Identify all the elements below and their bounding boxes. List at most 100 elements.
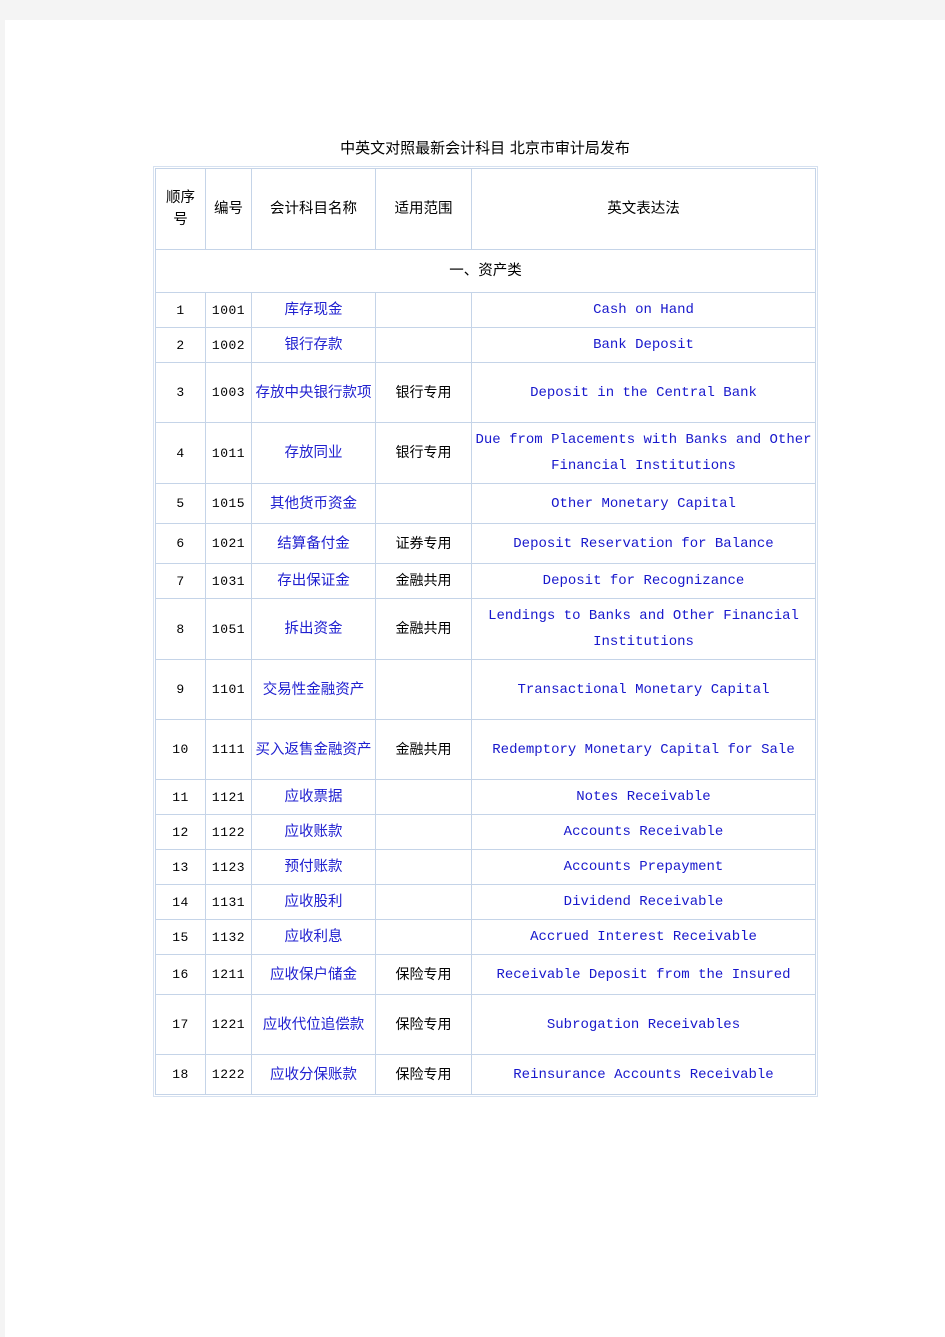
cell-name: 应收账款 — [251, 814, 376, 850]
cell-code: 1001 — [205, 292, 252, 328]
table-row: 15 1132 应收利息 Accrued Interest Receivable — [155, 919, 816, 955]
cell-seq: 13 — [155, 849, 206, 885]
cell-name: 应收股利 — [251, 884, 376, 920]
table-row: 5 1015 其他货币资金 Other Monetary Capital — [155, 483, 816, 524]
cell-scope: 金融共用 — [375, 598, 472, 660]
cell-name: 结算备付金 — [251, 523, 376, 564]
cell-seq: 6 — [155, 523, 206, 564]
cell-seq: 16 — [155, 954, 206, 995]
cell-code: 1122 — [205, 814, 252, 850]
cell-scope: 金融共用 — [375, 719, 472, 780]
cell-scope — [375, 814, 472, 850]
cell-name: 应收分保账款 — [251, 1054, 376, 1095]
cell-seq: 18 — [155, 1054, 206, 1095]
column-header-code: 编号 — [205, 168, 252, 250]
section-header-row: 一、资产类 — [155, 249, 816, 293]
cell-name: 预付账款 — [251, 849, 376, 885]
cell-code: 1222 — [205, 1054, 252, 1095]
cell-scope: 证券专用 — [375, 523, 472, 564]
cell-code: 1131 — [205, 884, 252, 920]
cell-en: Subrogation Receivables — [471, 994, 816, 1055]
cell-seq: 10 — [155, 719, 206, 780]
table-row: 13 1123 预付账款 Accounts Prepayment — [155, 849, 816, 885]
cell-en: Redemptory Monetary Capital for Sale — [471, 719, 816, 780]
column-header-en: 英文表达法 — [471, 168, 816, 250]
table-row: 18 1222 应收分保账款 保险专用 Reinsurance Accounts Rec… — [155, 1054, 816, 1095]
cell-scope: 金融共用 — [375, 563, 472, 599]
cell-code: 1101 — [205, 659, 252, 720]
cell-name: 拆出资金 — [251, 598, 376, 660]
table-row: 16 1211 应收保户储金 保险专用 Receivable Deposit from … — [155, 954, 816, 995]
cell-name: 银行存款 — [251, 327, 376, 363]
cell-seq: 1 — [155, 292, 206, 328]
cell-seq: 8 — [155, 598, 206, 660]
cell-en: Other Monetary Capital — [471, 483, 816, 524]
column-header-name: 会计科目名称 — [251, 168, 376, 250]
column-header-scope: 适用范围 — [375, 168, 472, 250]
cell-code: 1011 — [205, 422, 252, 484]
table-body: 顺序号 编号 会计科目名称 适用范围 英文表达法 一、资产类 1 1001 库存现金 Cash o… — [155, 168, 816, 1095]
cell-scope — [375, 483, 472, 524]
column-header-seq: 顺序号 — [155, 168, 206, 250]
cell-name: 应收代位追偿款 — [251, 994, 376, 1055]
cell-code: 1123 — [205, 849, 252, 885]
cell-code: 1003 — [205, 362, 252, 423]
cell-seq: 4 — [155, 422, 206, 484]
cell-en: Lendings to Banks and Other Financial In… — [471, 598, 816, 660]
cell-name: 其他货币资金 — [251, 483, 376, 524]
cell-name: 应收保户储金 — [251, 954, 376, 995]
cell-scope — [375, 292, 472, 328]
table-row: 6 1021 结算备付金 证券专用 Deposit Reservation for Ba… — [155, 523, 816, 564]
cell-scope: 银行专用 — [375, 362, 472, 423]
cell-seq: 12 — [155, 814, 206, 850]
table-row: 9 1101 交易性金融资产 Transactional Monetary Capit… — [155, 659, 816, 720]
cell-scope — [375, 849, 472, 885]
cell-name: 应收票据 — [251, 779, 376, 815]
cell-en: Accounts Receivable — [471, 814, 816, 850]
cell-code: 1132 — [205, 919, 252, 955]
cell-scope: 保险专用 — [375, 1054, 472, 1095]
cell-scope: 银行专用 — [375, 422, 472, 484]
cell-seq: 3 — [155, 362, 206, 423]
cell-en: Accrued Interest Receivable — [471, 919, 816, 955]
cell-name: 存放同业 — [251, 422, 376, 484]
cell-en: Deposit in the Central Bank — [471, 362, 816, 423]
cell-code: 1221 — [205, 994, 252, 1055]
document-page: 中英文对照最新会计科目 北京市审计局发布 顺序号 编号 会计科目名称 适用范围 英文表达… — [5, 20, 945, 1337]
cell-scope — [375, 327, 472, 363]
cell-en: Bank Deposit — [471, 327, 816, 363]
cell-en: Transactional Monetary Capital — [471, 659, 816, 720]
cell-en: Due from Placements with Banks and Other… — [471, 422, 816, 484]
cell-seq: 7 — [155, 563, 206, 599]
cell-code: 1051 — [205, 598, 252, 660]
cell-en: Deposit Reservation for Balance — [471, 523, 816, 564]
cell-scope — [375, 779, 472, 815]
table-row: 10 1111 买入返售金融资产 金融共用 Redemptory Monetary Ca… — [155, 719, 816, 780]
cell-name: 库存现金 — [251, 292, 376, 328]
cell-seq: 11 — [155, 779, 206, 815]
cell-seq: 2 — [155, 327, 206, 363]
cell-scope: 保险专用 — [375, 994, 472, 1055]
cell-en: Accounts Prepayment — [471, 849, 816, 885]
cell-code: 1002 — [205, 327, 252, 363]
cell-en: Deposit for Recognizance — [471, 563, 816, 599]
accounting-subjects-table: 顺序号 编号 会计科目名称 适用范围 英文表达法 一、资产类 1 1001 库存现金 Cash o… — [153, 166, 818, 1097]
cell-scope: 保险专用 — [375, 954, 472, 995]
table-row: 1 1001 库存现金 Cash on Hand — [155, 292, 816, 328]
cell-scope — [375, 659, 472, 720]
table-row: 11 1121 应收票据 Notes Receivable — [155, 779, 816, 815]
cell-name: 存出保证金 — [251, 563, 376, 599]
cell-code: 1021 — [205, 523, 252, 564]
table-row: 8 1051 拆出资金 金融共用 Lendings to Banks and Other… — [155, 598, 816, 660]
cell-en: Cash on Hand — [471, 292, 816, 328]
cell-scope — [375, 919, 472, 955]
cell-en: Receivable Deposit from the Insured — [471, 954, 816, 995]
table-row: 7 1031 存出保证金 金融共用 Deposit for Recognizance — [155, 563, 816, 599]
cell-code: 1111 — [205, 719, 252, 780]
cell-en: Dividend Receivable — [471, 884, 816, 920]
cell-code: 1015 — [205, 483, 252, 524]
cell-en: Notes Receivable — [471, 779, 816, 815]
cell-seq: 17 — [155, 994, 206, 1055]
cell-name: 应收利息 — [251, 919, 376, 955]
section-header-assets: 一、资产类 — [155, 249, 816, 293]
